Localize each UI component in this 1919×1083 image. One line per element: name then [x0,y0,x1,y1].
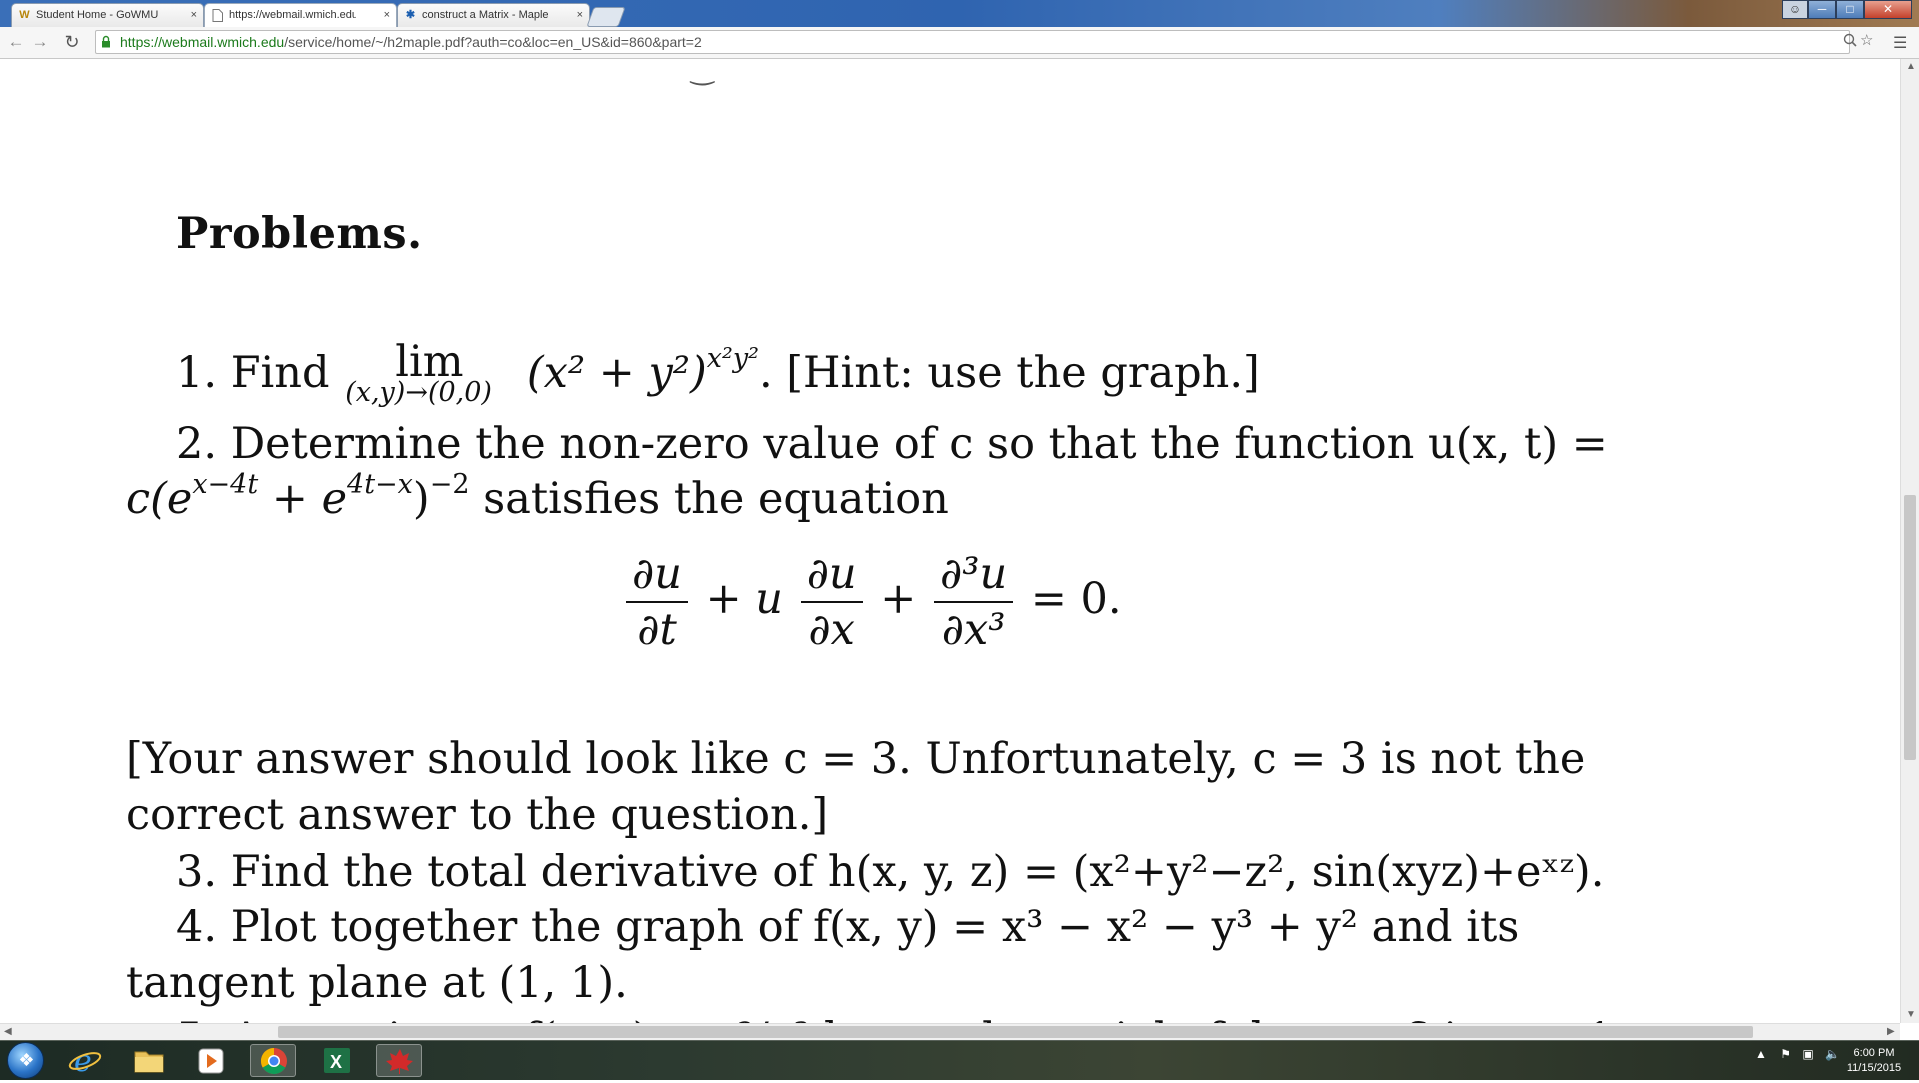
bookmark-star-icon[interactable]: ☆ [1860,31,1873,49]
excel-icon[interactable]: X [314,1044,360,1077]
problem-2-line-2: c(ex−4t + e4t−x)−2 satisfies the equatio… [126,471,949,524]
function-close: ) [412,474,430,524]
file-explorer-icon[interactable] [126,1044,172,1077]
wmu-logo-icon: W [19,9,30,21]
vertical-scroll-thumb[interactable] [1904,495,1916,760]
url-host: https://webmail.wmich.edu [120,34,285,50]
profile-button[interactable]: ☺ [1782,0,1808,19]
problem-2-note-line-1: [Your answer should look like c = 3. Unf… [126,734,1586,784]
close-tab-icon[interactable]: × [577,4,583,26]
action-center-flag-icon[interactable]: ⚑ [1780,1047,1791,1061]
problem-4-line-1: 4. Plot together the graph of f(x, y) = … [176,902,1520,952]
windows-taskbar: ❖ e X ▲ ⚑ ▣ 🔈 6:00 PM 11/15/2015 [0,1040,1919,1080]
fraction-denominator: ∂t [637,605,677,655]
show-hidden-icons-icon[interactable]: ▲ [1755,1047,1767,1061]
limit-base: (x² + y²) [526,348,707,398]
clock-date: 11/15/2015 [1846,1062,1902,1074]
fraction-d3u-dx3: ∂³u ∂x³ [934,547,1014,657]
exponent-1: x−4t [192,469,259,500]
scroll-right-arrow-icon[interactable]: ▶ [1887,1026,1895,1037]
fraction-denominator: ∂x³ [941,605,1006,655]
system-tray: ▲ ⚑ ▣ 🔈 [1755,1047,1840,1061]
reload-icon[interactable]: ↻ [62,31,82,53]
problem-2-line-1: 2. Determine the non-zero value of c so … [176,419,1608,469]
close-tab-icon[interactable]: × [384,4,390,26]
pdf-viewport[interactable]: ‿ Problems. 1. Find lim (x,y)→(0,0) (x² … [0,59,1900,1023]
problems-heading: Problems. [176,209,423,259]
equation-plus: + [880,574,917,624]
media-player-icon[interactable] [188,1044,234,1077]
page-icon [211,9,224,22]
problem-2-line-2-tail: satisfies the equation [469,474,949,524]
horizontal-scrollbar[interactable]: ◀ ▶ [0,1023,1900,1040]
taskbar-clock[interactable]: 6:00 PM 11/15/2015 [1838,1046,1910,1076]
internet-explorer-icon[interactable]: e [62,1044,108,1079]
tab-title: Student Home - GoWMU [36,9,159,21]
windows-start-button[interactable]: ❖ [7,1042,44,1079]
browser-title-bar: W Student Home - GoWMU × https://webmail… [0,0,1919,27]
windows-logo-icon: ❖ [18,1050,35,1070]
problem-5: 5. Approximate f(x, y) = y²/x³ by a poly… [176,1014,1614,1023]
minimize-button[interactable]: ─ [1808,0,1836,19]
fraction-du-dt: ∂u ∂t [626,547,688,657]
close-window-button[interactable]: ✕ [1864,0,1912,19]
equation-plus-u: + u [705,574,784,624]
problem-1: 1. Find lim (x,y)→(0,0) (x² + y²)x²y². [… [176,337,1260,407]
forward-arrow-icon[interactable]: → [30,31,50,53]
tab-webmail[interactable]: https://webmail.wmich.edu × [204,3,397,27]
menu-icon[interactable]: ☰ [1893,33,1907,53]
problem-2-note-line-2: correct answer to the question.] [126,790,829,840]
tab-maple-matrix[interactable]: ✱ construct a Matrix - Maple × [397,3,590,27]
svg-text:e: e [74,1044,92,1077]
maple-icon[interactable] [376,1044,422,1077]
pde-equation: ∂u ∂t + u ∂u ∂x + ∂³u ∂x³ = 0. [622,547,1122,657]
browser-toolbar: ← → ↻ https://webmail.wmich.edu/service/… [0,27,1919,59]
network-icon[interactable]: ▣ [1802,1047,1813,1061]
close-tab-icon[interactable]: × [191,4,197,26]
fraction-numerator: ∂u [806,549,857,599]
fraction-numerator: ∂u [632,549,682,599]
pdf-page: ‿ Problems. 1. Find lim (x,y)→(0,0) (x² … [126,59,1614,1023]
zoom-icon[interactable] [1843,33,1857,51]
equation-rhs: = 0. [1030,574,1122,624]
lock-icon [101,35,111,49]
svg-text:X: X [330,1052,342,1072]
clock-time: 6:00 PM [1853,1047,1895,1059]
horizontal-scroll-thumb[interactable] [278,1026,1753,1038]
function-mid: + e [258,474,348,524]
page-top-fragment: ‿ [691,59,714,86]
limit-expression: lim (x,y)→(0,0) [343,337,513,407]
scroll-left-arrow-icon[interactable]: ◀ [4,1026,12,1037]
address-bar[interactable]: https://webmail.wmich.edu/service/home/~… [95,30,1873,54]
exponent-3: −2 [429,469,470,500]
limit-exponent: x²y² [706,343,759,374]
limit-subscript: (x,y)→(0,0) [345,377,492,408]
exponent-2: 4t−x [347,469,413,500]
problem-1-hint: . [Hint: use the graph.] [758,348,1260,398]
url-path: /service/home/~/h2maple.pdf?auth=co&loc=… [284,34,702,50]
maple-leaf-icon: ✱ [405,9,416,21]
fraction-numerator: ∂³u [940,549,1008,599]
tab-title: https://webmail.wmich.edu [229,9,356,21]
scroll-down-arrow-icon[interactable]: ▼ [1906,1009,1916,1020]
problem-3: 3. Find the total derivative of h(x, y, … [176,847,1605,897]
fraction-du-dx: ∂u ∂x [800,547,863,657]
maximize-button[interactable]: □ [1836,0,1864,19]
scroll-up-arrow-icon[interactable]: ▲ [1906,61,1916,72]
vertical-scrollbar[interactable]: ▲ ▼ [1900,59,1919,1023]
tab-title: construct a Matrix - Maple [422,9,549,21]
tab-student-home[interactable]: W Student Home - GoWMU × [11,3,204,27]
back-arrow-icon[interactable]: ← [6,31,26,53]
problem-1-label: 1. Find [176,348,330,398]
problem-4-line-2: tangent plane at (1, 1). [126,958,628,1008]
chrome-icon[interactable] [250,1044,296,1077]
function-prefix: c(e [126,474,193,524]
new-tab-button[interactable] [586,7,626,27]
url-text: https://webmail.wmich.edu/service/home/~… [120,31,702,53]
fraction-denominator: ∂x [808,605,855,655]
